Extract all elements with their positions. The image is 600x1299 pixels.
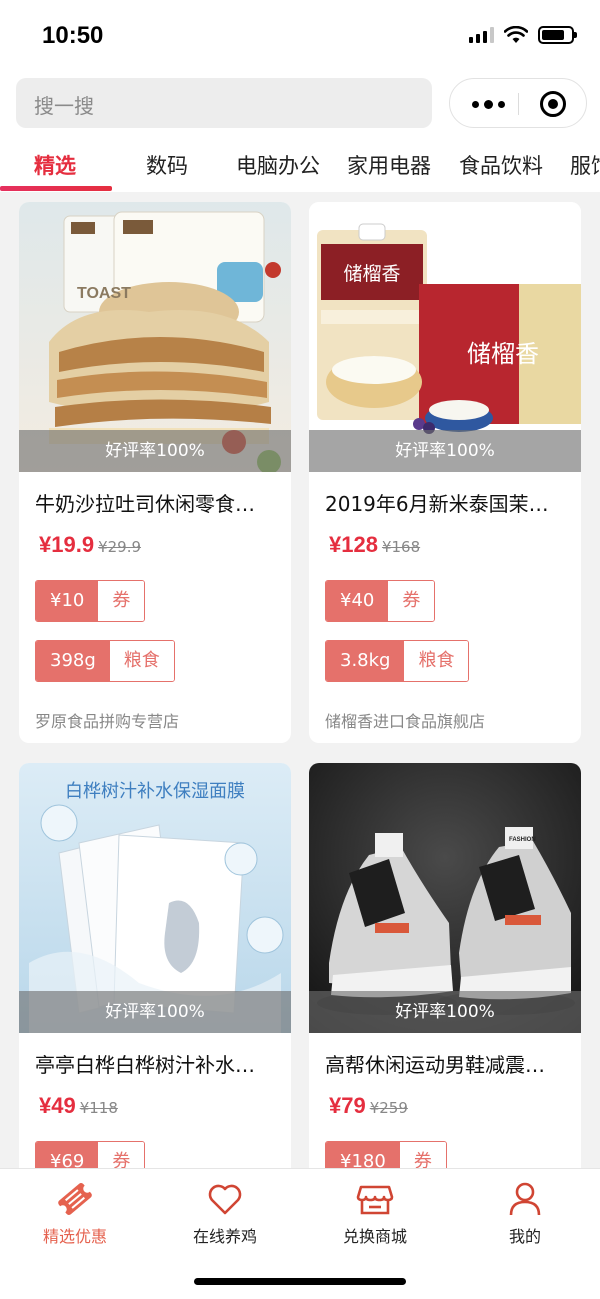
tab-food-drink[interactable]: 食品饮料 [459, 150, 543, 180]
coupon-tag[interactable]: ¥40 券 [325, 580, 436, 622]
cellular-signal-icon [469, 27, 494, 43]
product-title: 2019年6月新米泰国茉… [325, 492, 549, 516]
spec-tag: 3.8kg 粮食 [325, 640, 470, 682]
capsule-divider [518, 93, 519, 115]
more-icon[interactable] [472, 100, 505, 109]
product-image: TOAST 好评率100% [19, 202, 291, 472]
original-price: ¥168 [381, 538, 421, 556]
shop-name[interactable]: 储榴香进口食品旗舰店 [325, 708, 485, 732]
price-row: ¥79 ¥259 [329, 1093, 408, 1119]
coupon-tag[interactable]: ¥10 券 [35, 580, 146, 622]
battery-icon [538, 26, 577, 44]
price-row: ¥19.9 ¥29.9 [39, 532, 141, 558]
rating-badge: 好评率100% [309, 430, 581, 472]
category-label: 粮食 [109, 641, 174, 681]
store-icon [356, 1185, 394, 1215]
current-price: ¥128 [329, 532, 378, 557]
mask-package-text: 白桦树汁补水保湿面膜 [65, 781, 245, 802]
nav-item-featured-deals[interactable]: 精选优惠 [0, 1179, 150, 1247]
nav-item-online-chicken[interactable]: 在线养鸡 [150, 1179, 300, 1247]
ticket-icon [58, 1183, 92, 1215]
close-mini-program-icon[interactable] [540, 91, 566, 117]
product-title: 亭亭白桦白桦树汁补水… [35, 1053, 255, 1077]
weight-value: 398g [36, 641, 110, 681]
status-bar: 10:50 [0, 0, 600, 72]
product-title: 牛奶沙拉吐司休闲零食… [35, 492, 255, 516]
nav-label: 精选优惠 [42, 1227, 107, 1246]
coupon-label: 券 [388, 581, 435, 621]
category-label: 粮食 [404, 641, 469, 681]
tab-featured[interactable]: 精选 [34, 150, 76, 180]
rating-badge: 好评率100% [309, 991, 581, 1033]
search-input[interactable]: 搜一搜 [16, 78, 432, 128]
product-card[interactable]: TOAST 好评率100% 牛奶沙拉吐司休闲零食… ¥19.9 ¥29.9 ¥1… [19, 202, 291, 743]
current-price: ¥19.9 [39, 532, 95, 557]
nav-label: 兑换商城 [342, 1227, 407, 1246]
rice-box-brand-text: 储榴香 [467, 340, 539, 368]
original-price: ¥118 [79, 1099, 118, 1117]
heart-icon [208, 1184, 242, 1215]
home-indicator[interactable] [194, 1278, 406, 1285]
product-image: FASHION 好评率100% [309, 763, 581, 1033]
product-card[interactable]: 储榴香 储榴香 好评率100% 2019年6月新米泰国茉… ¥128 ¥168 … [309, 202, 581, 743]
nav-label: 我的 [508, 1227, 541, 1246]
tab-home-appliances[interactable]: 家用电器 [347, 150, 431, 180]
product-image: 储榴香 储榴香 好评率100% [309, 202, 581, 472]
tab-clothing[interactable]: 服饰 [570, 150, 600, 180]
shoe-tongue-text: FASHION [509, 837, 536, 843]
tab-digital[interactable]: 数码 [146, 150, 188, 180]
status-time: 10:50 [42, 22, 104, 49]
current-price: ¥49 [39, 1093, 76, 1118]
package-text: TOAST [77, 285, 131, 302]
coupon-value: ¥10 [36, 581, 99, 621]
shop-name[interactable]: 罗原食品拼购专营店 [35, 708, 179, 732]
spec-tag: 398g 粮食 [35, 640, 175, 682]
current-price: ¥79 [329, 1093, 366, 1118]
rating-badge: 好评率100% [19, 991, 291, 1033]
category-tabs: 精选 数码 电脑办公 家用电器 食品饮料 服饰 [0, 132, 600, 192]
product-image: 白桦树汁补水保湿面膜 好评率100% [19, 763, 291, 1033]
product-card[interactable]: FASHION 好评率100% 高帮休闲运动男鞋减震… ¥79 ¥259 ¥18… [309, 763, 581, 1183]
mini-program-capsule [449, 78, 587, 128]
nav-label: 在线养鸡 [192, 1227, 257, 1246]
rice-bag-brand-text: 储榴香 [343, 263, 400, 285]
original-price: ¥259 [369, 1099, 408, 1117]
search-placeholder: 搜一搜 [34, 94, 94, 118]
nav-item-exchange-mall[interactable]: 兑换商城 [300, 1179, 450, 1247]
price-row: ¥128 ¥168 [329, 532, 420, 558]
original-price: ¥29.9 [98, 538, 142, 556]
rating-badge: 好评率100% [19, 430, 291, 472]
wifi-icon [504, 26, 528, 43]
product-card[interactable]: 白桦树汁补水保湿面膜 好评率100% 亭亭白桦白桦树汁补水… ¥49 ¥118 … [19, 763, 291, 1183]
coupon-label: 券 [98, 581, 145, 621]
coupon-value: ¥40 [326, 581, 389, 621]
weight-value: 3.8kg [326, 641, 405, 681]
nav-item-mine[interactable]: 我的 [450, 1179, 600, 1247]
tab-underline [0, 186, 112, 191]
tab-computer-office[interactable]: 电脑办公 [236, 150, 320, 180]
search-row: 搜一搜 [0, 72, 600, 132]
product-title: 高帮休闲运动男鞋减震… [325, 1053, 545, 1077]
status-icons [469, 26, 577, 44]
price-row: ¥49 ¥118 [39, 1093, 118, 1119]
person-icon [509, 1182, 541, 1216]
